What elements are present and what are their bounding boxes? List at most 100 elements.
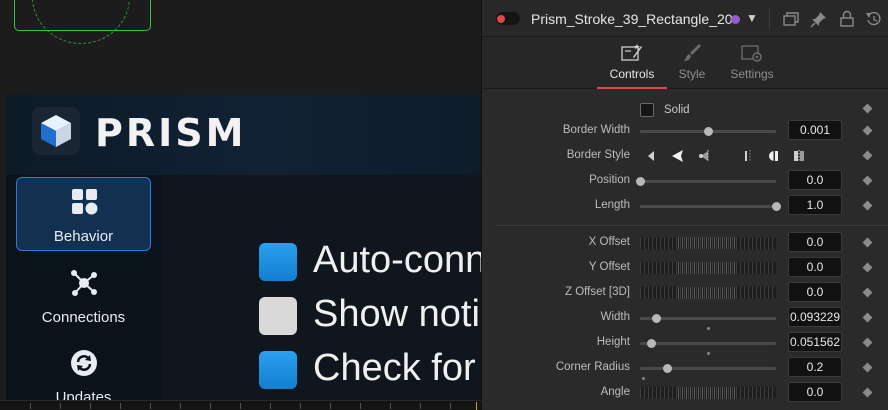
param-label: Border Style bbox=[566, 149, 630, 161]
network-icon bbox=[71, 270, 97, 296]
corner-radius-input[interactable]: 0.2 bbox=[788, 357, 842, 377]
keyframe-diamond[interactable] bbox=[862, 337, 873, 348]
keyframe-diamond[interactable] bbox=[862, 200, 873, 211]
param-length: Length 1.0 bbox=[482, 194, 888, 219]
keyframe-diamond[interactable] bbox=[862, 362, 873, 373]
prism-sidebar: Behavior Connections Updates bbox=[6, 175, 161, 400]
x-offset-jog-wheel[interactable] bbox=[640, 237, 776, 249]
timeline-ruler[interactable] bbox=[0, 400, 481, 410]
nav-item-connections[interactable]: Connections bbox=[16, 259, 151, 333]
param-height: Height 0.051562 bbox=[482, 331, 888, 356]
option-row[interactable]: Check for bbox=[259, 347, 481, 391]
height-slider[interactable] bbox=[640, 339, 776, 348]
option-label: Auto-conn bbox=[313, 239, 481, 281]
param-border-style: Border Style bbox=[482, 144, 888, 169]
option-checkbox-checked[interactable] bbox=[259, 243, 297, 281]
param-label: Y Offset bbox=[588, 261, 630, 273]
grid-icon bbox=[72, 189, 98, 215]
solid-checkbox[interactable] bbox=[640, 103, 654, 117]
param-x-offset: X Offset 0.0 bbox=[482, 231, 888, 256]
slider-knob[interactable] bbox=[772, 202, 781, 211]
param-corner-radius: Corner Radius 0.2 bbox=[482, 356, 888, 381]
border-width-input[interactable]: 0.001 bbox=[788, 120, 842, 140]
reset-icon[interactable] bbox=[865, 10, 883, 28]
prism-logo-icon bbox=[32, 107, 80, 155]
width-input[interactable]: 0.093229 bbox=[788, 307, 842, 327]
node-color-dot[interactable] bbox=[731, 15, 740, 24]
default-marker bbox=[707, 352, 710, 355]
y-offset-input[interactable]: 0.0 bbox=[788, 257, 842, 277]
chevron-down-icon[interactable]: ▼ bbox=[746, 11, 758, 25]
y-offset-jog-wheel[interactable] bbox=[640, 262, 776, 274]
join-round-icon[interactable] bbox=[697, 148, 711, 164]
param-label: Height bbox=[596, 336, 630, 348]
cap-flat-icon[interactable] bbox=[741, 148, 755, 164]
cap-square-icon[interactable] bbox=[792, 148, 806, 164]
option-row[interactable]: Auto-conn bbox=[259, 239, 481, 283]
width-slider[interactable] bbox=[640, 314, 776, 323]
brush-icon bbox=[684, 44, 701, 61]
pin-icon[interactable] bbox=[810, 10, 828, 28]
slider-knob[interactable] bbox=[652, 314, 662, 323]
option-row[interactable]: Show noti bbox=[259, 293, 481, 337]
keyframe-diamond[interactable] bbox=[862, 287, 873, 298]
lock-icon[interactable] bbox=[838, 10, 856, 28]
nav-item-updates[interactable]: Updates bbox=[16, 339, 151, 400]
param-label: X Offset bbox=[588, 236, 630, 248]
join-miter-icon[interactable] bbox=[671, 148, 685, 164]
slider-knob[interactable] bbox=[636, 177, 645, 186]
x-offset-input[interactable]: 0.0 bbox=[788, 232, 842, 252]
height-input[interactable]: 0.051562 bbox=[788, 332, 842, 352]
border-width-slider[interactable] bbox=[640, 127, 776, 136]
node-title: Prism_Stroke_39_Rectangle_20 bbox=[531, 11, 733, 27]
controls-icon bbox=[621, 44, 642, 61]
inspector-controls: Solid Border Width 0.001 Border Style Po… bbox=[482, 89, 888, 410]
angle-jog-wheel[interactable] bbox=[640, 387, 776, 399]
viewer-panel[interactable]: PRISM Behavior Connections Updates Auto-… bbox=[0, 0, 481, 410]
param-width: Width 0.093229 bbox=[482, 306, 888, 331]
keyframe-diamond[interactable] bbox=[862, 103, 873, 114]
keyframe-diamond[interactable] bbox=[862, 312, 873, 323]
keyframe-diamond[interactable] bbox=[862, 175, 873, 186]
header-separator bbox=[769, 9, 770, 29]
position-slider[interactable] bbox=[636, 177, 776, 186]
slider-knob[interactable] bbox=[663, 364, 673, 373]
z-offset-jog-wheel[interactable] bbox=[640, 287, 776, 299]
option-checkbox-checked[interactable] bbox=[259, 351, 297, 389]
slider-knob[interactable] bbox=[646, 339, 656, 348]
option-checkbox-unchecked[interactable] bbox=[259, 297, 297, 335]
refresh-icon bbox=[71, 350, 97, 376]
nav-label-updates: Updates bbox=[55, 389, 112, 400]
param-z-offset: Z Offset [3D] 0.0 bbox=[482, 281, 888, 306]
param-label: Corner Radius bbox=[555, 361, 630, 373]
length-input[interactable]: 1.0 bbox=[788, 195, 842, 215]
param-label: Angle bbox=[600, 386, 630, 398]
section-divider bbox=[496, 225, 888, 226]
param-label: Border Width bbox=[562, 124, 630, 136]
tab-settings[interactable]: Settings bbox=[717, 37, 787, 89]
length-slider[interactable] bbox=[640, 202, 781, 211]
z-offset-input[interactable]: 0.0 bbox=[788, 282, 842, 302]
prism-main: Auto-conn Show noti Check for bbox=[161, 175, 481, 400]
keyframe-diamond[interactable] bbox=[862, 262, 873, 273]
keyframe-diamond[interactable] bbox=[862, 237, 873, 248]
inspector-tabs: Controls Style Settings bbox=[482, 37, 888, 89]
keyframe-diamond[interactable] bbox=[862, 125, 873, 136]
nav-item-behavior[interactable]: Behavior bbox=[16, 177, 151, 251]
settings-icon bbox=[741, 45, 762, 62]
join-bevel-icon[interactable] bbox=[646, 148, 660, 164]
corner-radius-slider[interactable] bbox=[640, 364, 776, 373]
keyframe-diamond[interactable] bbox=[862, 387, 873, 398]
slider-knob[interactable] bbox=[704, 127, 713, 136]
param-label: Z Offset [3D] bbox=[565, 286, 630, 298]
cap-round-icon[interactable] bbox=[766, 148, 780, 164]
param-angle: Angle 0.0 bbox=[482, 381, 888, 406]
param-position: Position 0.0 bbox=[482, 169, 888, 194]
angle-input[interactable]: 0.0 bbox=[788, 382, 842, 402]
prism-header: PRISM bbox=[6, 95, 481, 175]
keyframe-diamond[interactable] bbox=[862, 150, 873, 161]
param-label: Position bbox=[589, 174, 630, 186]
position-input[interactable]: 0.0 bbox=[788, 170, 842, 190]
versions-icon[interactable] bbox=[782, 10, 800, 28]
param-y-offset: Y Offset 0.0 bbox=[482, 256, 888, 281]
